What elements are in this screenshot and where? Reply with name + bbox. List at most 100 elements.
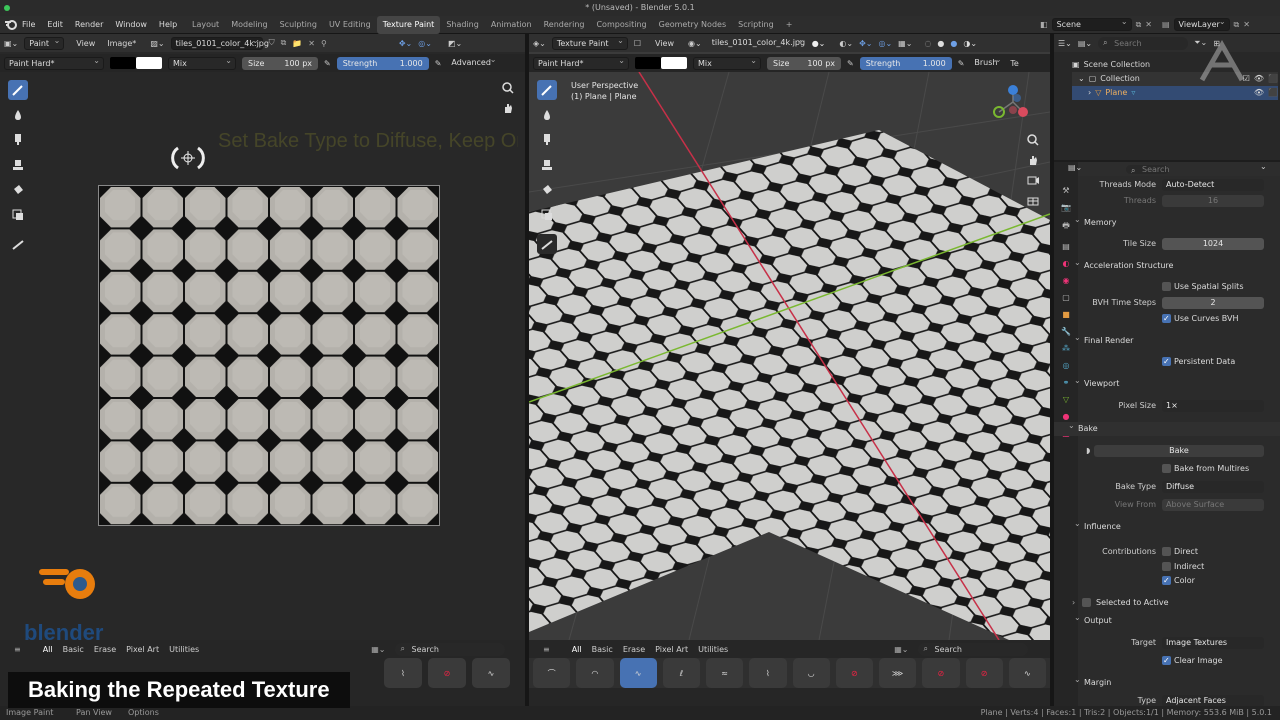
brush-thumbnail[interactable]: ⊘ xyxy=(922,658,960,688)
brush-thumbnail[interactable]: ◡ xyxy=(792,658,830,688)
selected-active-expand-icon[interactable]: › xyxy=(1072,596,1075,610)
viewport-scene[interactable] xyxy=(529,72,1050,640)
threads-mode-select[interactable]: Auto-Detect xyxy=(1162,179,1264,191)
viewport-size-field[interactable]: Size 100 px xyxy=(767,56,841,70)
menu-help[interactable]: Help xyxy=(159,16,177,34)
tab-uv-editing[interactable]: UV Editing xyxy=(323,16,377,34)
brush-display-icon[interactable]: ▦⌄ xyxy=(371,645,385,654)
final-render-panel[interactable]: Final Render xyxy=(1054,331,1280,348)
pan-hand-icon[interactable] xyxy=(502,102,514,114)
mode-select[interactable]: Paint xyxy=(24,35,65,50)
margin-panel[interactable]: Margin xyxy=(1054,673,1280,690)
menu-edit[interactable]: Edit xyxy=(47,16,63,34)
viewport-brush-search[interactable]: Search xyxy=(918,642,1029,656)
viewport-color-secondary[interactable] xyxy=(661,57,687,69)
viewport-smear-tool-icon[interactable] xyxy=(537,130,557,150)
target-select[interactable]: Image Textures xyxy=(1162,637,1264,649)
output-panel[interactable]: Output xyxy=(1054,611,1280,628)
bake-button[interactable]: Bake xyxy=(1094,445,1264,457)
collection-camera-icon[interactable]: ⬛ xyxy=(1268,72,1278,86)
tab-compositing[interactable]: Compositing xyxy=(590,16,652,34)
viewport-brush-menu-icon[interactable]: ≡ xyxy=(543,645,550,654)
output-header[interactable]: Output xyxy=(1074,611,1112,628)
spatial-splits-checkbox[interactable] xyxy=(1162,282,1171,291)
delete-view-layer-icon[interactable]: ✕ xyxy=(1243,20,1250,29)
gizmo-toggle-icon[interactable]: ✥⌄ xyxy=(399,39,412,48)
smear-tool-icon[interactable] xyxy=(8,130,28,150)
viewport-strength-field[interactable]: Strength 1.000 xyxy=(859,56,952,70)
size-pressure-icon[interactable]: ✎ xyxy=(324,59,331,68)
overlay-toggle-icon[interactable]: ◎⌄ xyxy=(418,39,432,48)
viewport-brush-tab-basic[interactable]: Basic xyxy=(592,645,613,654)
new-view-layer-icon[interactable]: ⧉ xyxy=(1234,20,1240,30)
viewport-panel[interactable]: Viewport xyxy=(1054,374,1280,391)
brush-tab-utilities[interactable]: Utilities xyxy=(169,645,199,654)
influence-header[interactable]: Influence xyxy=(1074,517,1121,534)
image-name-field[interactable]: tiles_0101_color_4k.jpg xyxy=(170,35,269,50)
bake-multires-row[interactable]: Bake from Multires xyxy=(1054,462,1280,476)
duplicate-image-icon[interactable]: ⧉ xyxy=(281,38,287,48)
viewport-color-primary[interactable] xyxy=(635,57,661,69)
viewport-size-pressure-icon[interactable]: ✎ xyxy=(847,59,854,68)
viewport-image-name[interactable]: tiles_0101_color_4k.jpg xyxy=(708,34,806,50)
outliner-display-icon[interactable]: ▤⌄ xyxy=(1078,39,1092,48)
brush-thumbnail[interactable]: ⌇ xyxy=(749,658,787,688)
viewport-brush-tab-erase[interactable]: Erase xyxy=(623,645,645,654)
brush-thumbnail[interactable]: ⊘ xyxy=(428,658,466,688)
unlink-image-icon[interactable]: ✕ xyxy=(308,39,315,48)
viewport-clone-tool-icon[interactable] xyxy=(537,155,557,175)
viewport-fill-tool-icon[interactable] xyxy=(537,180,557,200)
shading-material-icon[interactable]: ● xyxy=(950,39,957,48)
threads-field[interactable]: 16 xyxy=(1162,195,1264,207)
viewport-strength-pressure-icon[interactable]: ✎ xyxy=(958,59,965,68)
bvh-steps-field[interactable]: 2 xyxy=(1162,297,1264,309)
new-scene-icon[interactable]: ⧉ xyxy=(1136,20,1142,30)
viewport-image-icon[interactable]: ◉⌄ xyxy=(688,39,702,48)
view-from-select[interactable]: Above Surface xyxy=(1162,499,1264,511)
bake-panel[interactable]: Bake xyxy=(1054,419,1280,436)
viewport-brush-select[interactable]: Paint Hard* xyxy=(533,55,629,70)
tab-animation[interactable]: Animation xyxy=(485,16,538,34)
window-control-dot[interactable] xyxy=(4,5,10,11)
viewport-view-menu[interactable]: View xyxy=(655,39,674,48)
bake-type-select[interactable]: Diffuse xyxy=(1162,481,1264,493)
annotate-tool-icon[interactable] xyxy=(8,234,28,254)
menu-window[interactable]: Window xyxy=(115,16,147,34)
menu-render[interactable]: Render xyxy=(75,16,103,34)
memory-panel[interactable]: Memory xyxy=(1054,213,1280,230)
strength-pressure-icon[interactable]: ✎ xyxy=(435,59,442,68)
viewport-checkbox-icon[interactable]: ☐ xyxy=(634,39,641,48)
zoom-icon[interactable] xyxy=(502,82,514,94)
viewport-gizmo-icon[interactable]: ✥⌄ xyxy=(859,39,872,48)
advanced-menu[interactable]: Advanced xyxy=(447,54,499,70)
shading-solid-icon[interactable]: ● xyxy=(937,39,944,48)
viewport-dot-icon[interactable]: ●⌄ xyxy=(812,39,826,48)
viewport-brush-tab-pixel-art[interactable]: Pixel Art xyxy=(655,645,688,654)
brush-thumbnail[interactable]: ◠ xyxy=(576,658,614,688)
brush-select[interactable]: Paint Hard* xyxy=(4,55,104,70)
display-channels-icon[interactable]: ◩⌄ xyxy=(448,39,462,48)
curves-bvh-checkbox[interactable] xyxy=(1162,312,1171,326)
brush-thumbnail[interactable]: ⌇ xyxy=(384,658,422,688)
fake-user-icon[interactable]: ⛉ xyxy=(269,38,275,48)
brush-thumbnail[interactable]: ≈ xyxy=(706,658,744,688)
brush-tab-pixel-art[interactable]: Pixel Art xyxy=(126,645,159,654)
accel-header[interactable]: Acceleration Structure xyxy=(1074,256,1174,273)
viewport-brush-menu[interactable]: Brush xyxy=(970,54,1004,70)
viewport-xray-icon[interactable]: ▦⌄ xyxy=(898,39,912,48)
viewport-section-header[interactable]: Viewport xyxy=(1074,374,1120,391)
memory-header[interactable]: Memory xyxy=(1074,213,1116,230)
plane-expand-icon[interactable]: › xyxy=(1088,86,1091,100)
viewport-visibility-icon[interactable]: ◐⌄ xyxy=(839,39,853,48)
view-menu[interactable]: View xyxy=(76,39,95,48)
indirect-checkbox[interactable] xyxy=(1162,562,1171,571)
direct-checkbox[interactable] xyxy=(1162,547,1171,556)
size-field[interactable]: Size 100 px xyxy=(242,56,318,70)
final-render-header[interactable]: Final Render xyxy=(1074,331,1134,348)
tile-size-field[interactable]: 1024 xyxy=(1162,238,1264,250)
image-menu[interactable]: Image* xyxy=(107,39,136,48)
bake-header[interactable]: Bake xyxy=(1068,419,1098,436)
outliner-search[interactable]: Search xyxy=(1098,36,1189,50)
viewport-zoom-icon[interactable] xyxy=(1027,134,1039,146)
brush-tab-all[interactable]: All xyxy=(43,645,53,654)
